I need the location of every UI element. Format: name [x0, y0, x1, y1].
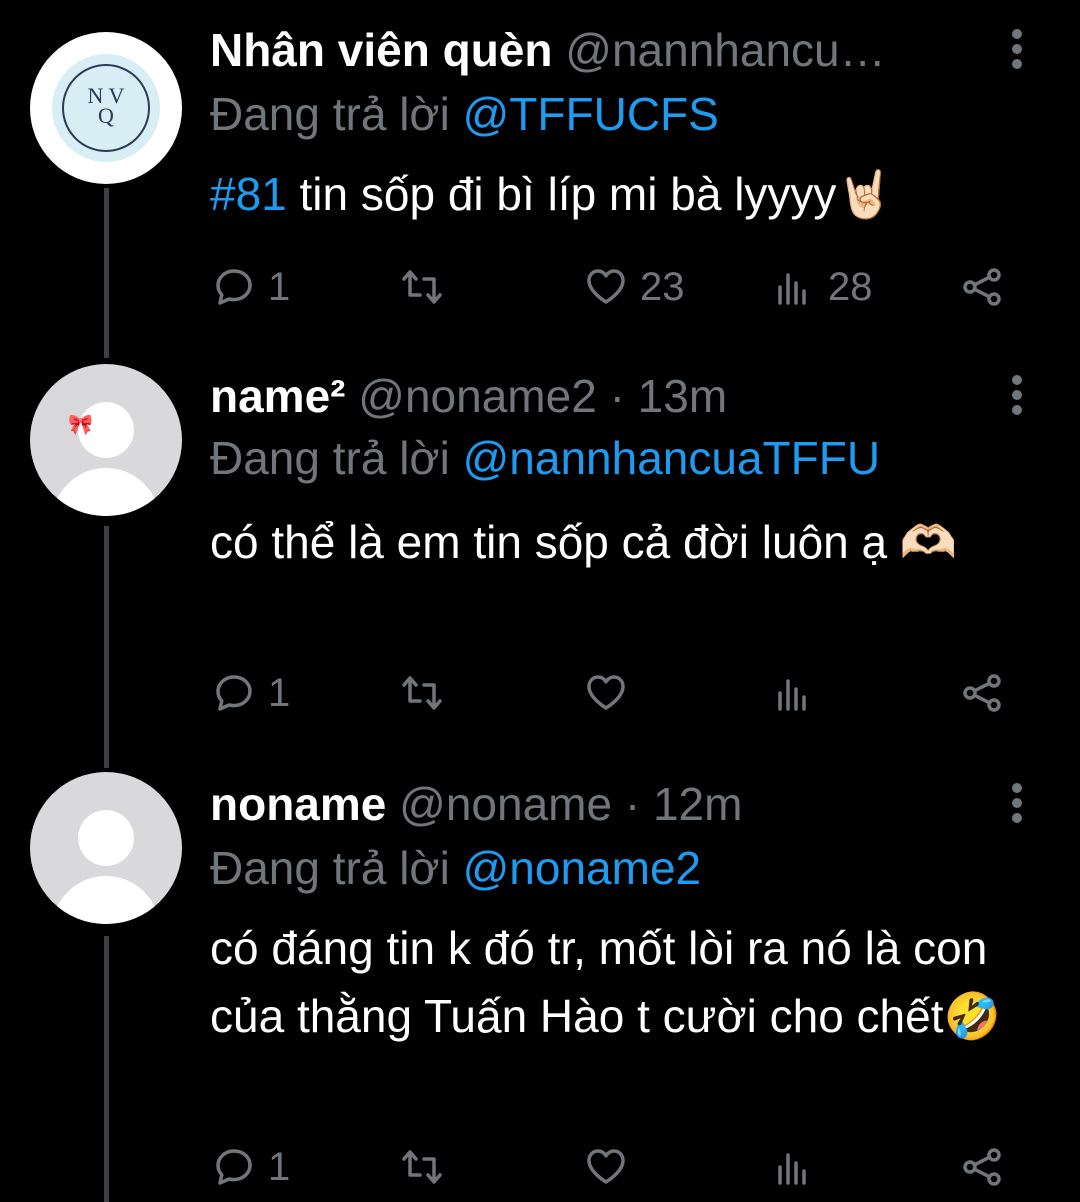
tweet-text: có đáng tin k đó tr, mốt lòi ra nó là co…: [210, 914, 1040, 1050]
views-button[interactable]: 28: [772, 262, 873, 312]
tweet-item[interactable]: noname @noname · 12m Đang trả lời @nonam…: [0, 760, 1080, 1202]
reply-icon: [216, 675, 252, 711]
reply-prefix: Đang trả lời: [210, 432, 450, 484]
reply-context: Đang trả lời @noname2: [210, 840, 701, 896]
share-button[interactable]: [960, 1142, 1004, 1192]
avatar[interactable]: [30, 772, 182, 924]
reply-count: 1: [268, 264, 291, 309]
tweet-text: #81 tin sốp đi bì líp mi bà lyyyy🤘🏻: [210, 160, 1050, 228]
share-icon: [963, 674, 1001, 712]
retweet-button[interactable]: [400, 668, 444, 718]
timestamp[interactable]: · 13m: [610, 370, 728, 422]
views-icon: [778, 1153, 806, 1185]
bow-icon: 🎀: [68, 414, 93, 436]
reply-prefix: Đang trả lời: [210, 842, 450, 894]
share-button[interactable]: [960, 668, 1004, 718]
reply-icon: [216, 1149, 252, 1185]
heart-icon: [587, 269, 625, 304]
like-button[interactable]: 23: [584, 262, 685, 312]
heart-icon: [587, 1149, 625, 1184]
share-icon: [963, 268, 1001, 306]
view-count: 28: [828, 264, 873, 309]
action-bar: 1: [212, 668, 1022, 718]
tweet-header: noname @noname · 12m: [210, 776, 742, 832]
reply-prefix: Đang trả lời: [210, 88, 450, 140]
retweet-button[interactable]: [400, 262, 444, 312]
avatar-monogram: N VQ: [87, 83, 125, 128]
retweet-button[interactable]: [400, 1142, 444, 1192]
reply-count: 1: [268, 1144, 291, 1189]
share-button[interactable]: [960, 262, 1004, 312]
reply-to-link[interactable]: @nannhancuaTFFU: [463, 432, 880, 484]
reply-button[interactable]: 1: [212, 1142, 290, 1192]
retweet-icon: [402, 1150, 442, 1184]
views-button[interactable]: [772, 668, 816, 718]
display-name[interactable]: Nhân viên quèn: [210, 24, 552, 76]
more-options-icon[interactable]: [1002, 778, 1032, 828]
hashtag-link[interactable]: #81: [210, 168, 287, 220]
reply-context: Đang trả lời @TFFUCFS: [210, 86, 719, 142]
more-options-icon[interactable]: [1002, 24, 1032, 74]
avatar[interactable]: N VQ: [30, 32, 182, 184]
action-bar: 1 23 28: [212, 262, 1022, 312]
reply-icon: [216, 269, 252, 305]
more-options-icon[interactable]: [1002, 370, 1032, 420]
avatar-head: [78, 810, 134, 866]
avatar-logo: N VQ: [52, 54, 160, 162]
heart-icon: [587, 675, 625, 710]
tweet-body: có đáng tin k đó tr, mốt lòi ra nó là co…: [210, 922, 1001, 1042]
avatar-body: [52, 468, 160, 516]
reply-to-link[interactable]: @TFFUCFS: [463, 88, 719, 140]
retweet-icon: [402, 270, 442, 304]
tweet-item[interactable]: N VQ Nhân viên quèn @nannhancu… Đang trả…: [0, 0, 1080, 350]
tweet-text: có thể là em tin sốp cả đời luôn ạ 🫶🏻: [210, 508, 1030, 576]
user-handle[interactable]: @nannhancu…: [565, 24, 885, 76]
like-button[interactable]: [584, 1142, 628, 1192]
avatar-body: [52, 876, 160, 924]
display-name[interactable]: noname: [210, 778, 386, 830]
tweet-header: name² @noname2 · 13m: [210, 368, 727, 424]
tweet-body: có thể là em tin sốp cả đời luôn ạ 🫶🏻: [210, 516, 958, 568]
like-count: 23: [640, 264, 685, 309]
reply-context: Đang trả lời @nannhancuaTFFU: [210, 430, 880, 486]
user-handle[interactable]: @noname: [399, 778, 612, 830]
views-icon: [778, 273, 806, 305]
display-name[interactable]: name²: [210, 370, 345, 422]
reply-count: 1: [268, 670, 291, 715]
share-icon: [963, 1148, 1001, 1186]
tweet-header: Nhân viên quèn @nannhancu…: [210, 22, 886, 78]
action-bar: 1: [212, 1142, 1022, 1192]
timestamp[interactable]: · 12m: [625, 778, 743, 830]
views-icon: [778, 679, 806, 711]
user-handle[interactable]: @noname2: [358, 370, 597, 422]
like-button[interactable]: [584, 668, 628, 718]
avatar[interactable]: 🎀: [30, 364, 182, 516]
reply-button[interactable]: 1: [212, 668, 290, 718]
tweet-item[interactable]: 🎀 name² @noname2 · 13m Đang trả lời @nan…: [0, 350, 1080, 760]
views-button[interactable]: [772, 1142, 816, 1192]
tweet-body: tin sốp đi bì líp mi bà lyyyy🤘🏻: [299, 168, 894, 220]
retweet-icon: [402, 676, 442, 710]
reply-to-link[interactable]: @noname2: [463, 842, 702, 894]
reply-button[interactable]: 1: [212, 262, 290, 312]
